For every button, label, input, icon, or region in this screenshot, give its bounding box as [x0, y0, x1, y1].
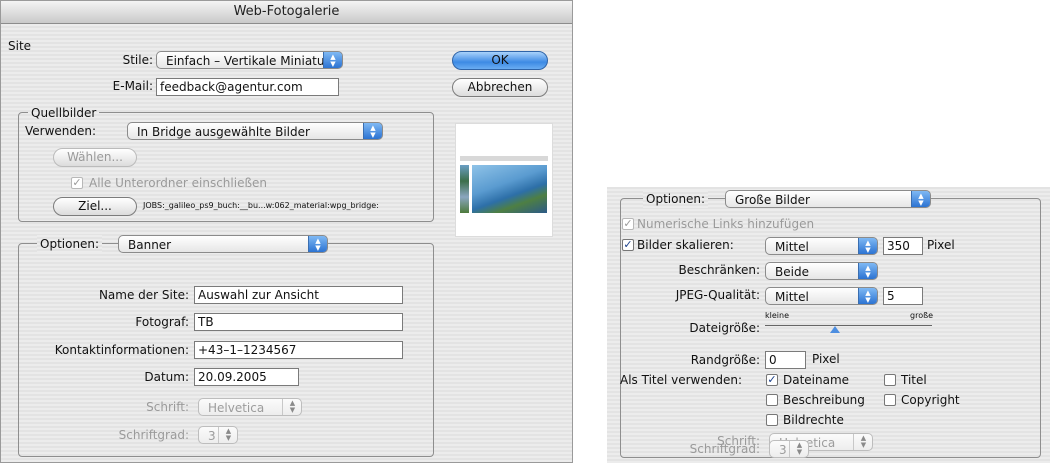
fotograf-field[interactable]: TB [194, 313, 403, 331]
stepper-icon: ▲ ▼ [218, 427, 237, 443]
datum-label: Datum: [144, 370, 189, 384]
preview-image [472, 165, 547, 213]
dialog-title: Web-Fotogalerie [1, 1, 572, 24]
schriftgrad-right-value: 3 [779, 443, 787, 457]
constrain-value: Beide [775, 265, 809, 279]
checkmark-icon: ✓ [623, 238, 633, 251]
source-images-label: Quellbilder [28, 104, 100, 122]
large-images-options-panel: Optionen: Große Bilder ▲ ▼ ✓ Numerische L… [607, 187, 1050, 463]
constrain-label: Beschränken: [678, 263, 760, 277]
scale-pixel-unit: Pixel [927, 238, 955, 252]
filesize-label: Dateigröße: [689, 321, 760, 335]
preview-thumbnails [460, 165, 469, 213]
popup-arrows-icon: ▲ ▼ [858, 263, 877, 279]
options-value: Banner [128, 238, 172, 252]
border-size-label: Randgröße: [690, 353, 760, 367]
title-use-label: Als Titel verwenden: [620, 373, 743, 387]
stepper-icon: ▲ ▼ [853, 434, 872, 450]
options-popup[interactable]: Banner ▲ ▼ [118, 235, 328, 253]
stile-label: Stile: [122, 53, 153, 67]
copyright-label: Copyright [901, 393, 960, 407]
beschreibung-checkbox[interactable] [766, 394, 778, 406]
stile-popup[interactable]: Einfach – Vertikale Miniatu... ▲ ▼ [156, 51, 343, 69]
copyright-checkbox[interactable] [884, 394, 896, 406]
border-size-unit: Pixel [812, 352, 840, 366]
ziel-button[interactable]: Ziel... [53, 197, 137, 216]
scale-popup[interactable]: Mittel ▲ ▼ [765, 237, 878, 255]
popup-arrows-icon: ▲ ▼ [308, 236, 327, 252]
verwenden-value: In Bridge ausgewählte Bilder [137, 125, 310, 139]
beschreibung-label: Beschreibung [783, 393, 865, 407]
jpeg-quality-label: JPEG-Qualität: [675, 288, 760, 302]
verwenden-label: Verwenden: [25, 124, 97, 138]
stepper-icon: ▲ ▼ [282, 399, 301, 415]
options-label: Optionen: [37, 235, 103, 253]
filesize-large-label: große [910, 311, 934, 320]
datum-field[interactable]: 20.09.2005 [194, 368, 299, 386]
schriftgrad-label: Schriftgrad: [118, 428, 189, 442]
bildrechte-label: Bildrechte [783, 413, 844, 427]
kontakt-field[interactable]: +43–1–1234567 [194, 341, 403, 359]
site-group-label: Site [8, 39, 32, 53]
preview-banner [460, 156, 548, 161]
schriftgrad-right-popup[interactable]: 3 ▲ ▼ [769, 440, 809, 458]
schrift-value: Helvetica [208, 401, 265, 415]
slider-thumb-icon[interactable] [830, 326, 841, 333]
optionen-value: Große Bilder [735, 193, 810, 207]
dateiname-label: Dateiname [783, 373, 850, 387]
schrift-popup[interactable]: Helvetica ▲ ▼ [198, 398, 302, 416]
constrain-popup[interactable]: Beide ▲ ▼ [765, 262, 878, 280]
numeric-links-label: Numerische Links hinzufügen [637, 217, 815, 231]
site-name-label: Name der Site: [98, 288, 189, 302]
cancel-button[interactable]: Abbrechen [452, 78, 548, 97]
border-size-field[interactable]: 0 [765, 351, 806, 369]
email-label: E-Mail: [112, 79, 153, 93]
titel-label: Titel [901, 373, 927, 387]
verwenden-popup[interactable]: In Bridge ausgewählte Bilder ▲ ▼ [127, 122, 383, 140]
ok-button[interactable]: OK [452, 51, 548, 70]
checkmark-icon: ✓ [767, 373, 777, 386]
filesize-small-label: kleine [765, 311, 789, 320]
jpeg-quality-field[interactable]: 5 [883, 287, 923, 305]
kontakt-label: Kontaktinformationen: [54, 343, 189, 357]
subfolders-checkbox[interactable]: ✓ [71, 177, 83, 189]
stile-value: Einfach – Vertikale Miniatu... [166, 54, 336, 68]
schriftgrad-right-label: Schriftgrad: [689, 442, 760, 456]
dateiname-checkbox[interactable]: ✓ [766, 374, 778, 386]
scale-pixels-field[interactable]: 350 [883, 237, 923, 255]
ziel-path: JOBS:_galileo_ps9_buch:__bu...w:062_mate… [143, 201, 379, 210]
optionen-label: Optionen: [643, 190, 709, 208]
popup-arrows-icon: ▲ ▼ [323, 52, 342, 68]
popup-arrows-icon: ▲ ▼ [858, 238, 877, 254]
scale-images-label: Bilder skalieren: [637, 238, 734, 252]
waehlen-button[interactable]: Wählen... [53, 148, 137, 167]
filesize-slider[interactable] [765, 325, 932, 326]
jpeg-quality-popup[interactable]: Mittel ▲ ▼ [765, 287, 878, 305]
checkmark-icon: ✓ [72, 176, 82, 189]
popup-arrows-icon: ▲ ▼ [363, 123, 382, 139]
fotograf-label: Fotograf: [135, 315, 189, 329]
optionen-popup[interactable]: Große Bilder ▲ ▼ [725, 190, 931, 208]
site-name-field[interactable]: Auswahl zur Ansicht [194, 286, 403, 304]
checkmark-icon: ✓ [623, 217, 633, 230]
schriftgrad-value: 3 [208, 429, 216, 443]
bildrechte-checkbox[interactable] [766, 414, 778, 426]
subfolders-label: Alle Unterordner einschließen [89, 176, 268, 190]
scale-value: Mittel [775, 240, 809, 254]
schrift-label: Schrift: [146, 400, 189, 414]
scale-images-checkbox[interactable]: ✓ [622, 239, 634, 251]
preview-panel [455, 123, 553, 237]
numeric-links-checkbox[interactable]: ✓ [622, 218, 634, 230]
popup-arrows-icon: ▲ ▼ [911, 191, 930, 207]
schriftgrad-popup[interactable]: 3 ▲ ▼ [198, 426, 238, 444]
titel-checkbox[interactable] [884, 374, 896, 386]
popup-arrows-icon: ▲ ▼ [858, 288, 877, 304]
jpeg-quality-value: Mittel [775, 290, 809, 304]
email-field[interactable]: feedback@agentur.com [156, 78, 339, 96]
web-photo-gallery-dialog: Web-Fotogalerie Site Stile: Einfach – Ve… [0, 0, 573, 463]
stepper-icon: ▲ ▼ [789, 441, 808, 457]
